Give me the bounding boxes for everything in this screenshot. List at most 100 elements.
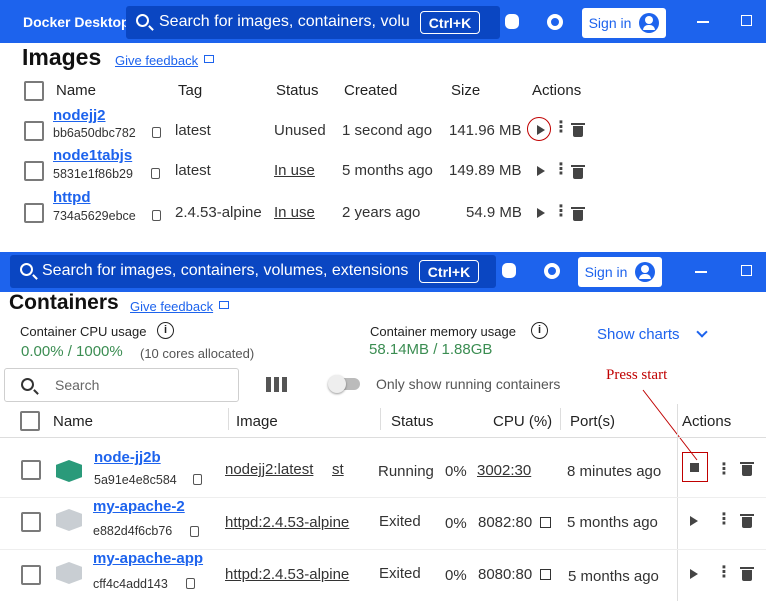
column-divider (380, 408, 381, 430)
container-port-link[interactable]: 3002:30 (477, 462, 531, 479)
container-search-box[interactable]: Search (4, 368, 239, 402)
feedback-icon (219, 301, 229, 309)
bug-icon[interactable] (502, 263, 516, 278)
container-image-suffix[interactable]: st (332, 461, 344, 478)
copy-icon[interactable] (151, 168, 160, 179)
sign-in-button-2[interactable]: Sign in (578, 257, 662, 287)
container-image-link[interactable]: httpd:2.4.53-alpine (225, 514, 349, 531)
container-row-checkbox[interactable] (21, 512, 41, 532)
more-icon[interactable]: ⋮ (553, 162, 569, 178)
container-row-checkbox[interactable] (21, 565, 41, 585)
copy-icon[interactable] (190, 526, 199, 537)
global-search-input-2[interactable]: Search for images, containers, volumes, … (10, 255, 496, 288)
image-row-checkbox[interactable] (24, 161, 44, 181)
start-icon[interactable] (690, 516, 698, 526)
app-title: Docker Desktop (23, 14, 130, 30)
external-link-icon[interactable] (540, 569, 551, 580)
delete-icon[interactable] (740, 462, 754, 476)
image-size: 141.96 MB (449, 122, 522, 139)
delete-icon[interactable] (571, 123, 585, 137)
container-name-link[interactable]: my-apache-app (93, 550, 203, 567)
image-size: 54.9 MB (466, 204, 522, 221)
images-select-all[interactable] (24, 81, 44, 101)
image-name-link[interactable]: httpd (53, 189, 90, 206)
col-tag[interactable]: Tag (178, 82, 202, 99)
container-row-checkbox[interactable] (21, 460, 41, 480)
container-name-link[interactable]: node-jj2b (94, 449, 161, 466)
image-id: 5831e1f86b29 (53, 167, 133, 181)
container-stopped-icon (56, 509, 82, 531)
more-icon[interactable]: ⋮ (553, 120, 569, 136)
show-charts-button[interactable]: Show charts (597, 326, 680, 343)
external-link-icon[interactable] (540, 517, 551, 528)
run-icon[interactable] (537, 125, 545, 135)
columns-icon[interactable] (266, 377, 287, 392)
images-feedback-link[interactable]: Give feedback (115, 53, 198, 68)
minimize-icon[interactable] (697, 21, 709, 23)
copy-icon[interactable] (152, 210, 161, 221)
delete-icon[interactable] (571, 165, 585, 179)
container-id: cff4c4add143 (93, 577, 168, 591)
more-icon[interactable]: ⋮ (553, 204, 569, 220)
info-icon[interactable]: i (157, 322, 174, 339)
global-search-input[interactable]: Search for images, containers, volum Ctr… (126, 6, 500, 39)
settings-icon[interactable] (544, 263, 560, 279)
maximize-icon[interactable] (741, 15, 752, 26)
running-toggle[interactable] (328, 375, 360, 393)
delete-icon[interactable] (571, 207, 585, 221)
cpu-usage-label: Container CPU usage (20, 324, 147, 339)
container-last-started: 5 months ago (568, 568, 659, 585)
cpu-usage-note: (10 cores allocated) (140, 346, 255, 361)
image-name-link[interactable]: node1tabjs (53, 147, 132, 164)
run-icon[interactable] (537, 208, 545, 218)
container-cpu: 0% (445, 515, 467, 532)
images-title: Images (22, 44, 102, 70)
image-row-checkbox[interactable] (24, 203, 44, 223)
image-created: 1 second ago (342, 122, 433, 139)
copy-icon[interactable] (193, 474, 202, 485)
col-size[interactable]: Size (451, 82, 480, 99)
start-icon[interactable] (690, 569, 698, 579)
info-icon[interactable]: i (531, 322, 548, 339)
image-status-link[interactable]: In use (274, 204, 315, 221)
col-image[interactable]: Image (236, 413, 278, 430)
bug-icon[interactable] (505, 14, 519, 29)
col-actions: Actions (532, 82, 582, 99)
sign-in-button[interactable]: Sign in (582, 8, 666, 38)
copy-icon[interactable] (186, 578, 195, 589)
col-status[interactable]: Status (276, 82, 319, 99)
container-name-link[interactable]: my-apache-2 (93, 498, 185, 515)
image-size: 149.89 MB (449, 162, 522, 179)
delete-icon[interactable] (740, 567, 754, 581)
container-image-link[interactable]: httpd:2.4.53-alpine (225, 566, 349, 583)
maximize-icon[interactable] (741, 265, 752, 276)
more-icon[interactable]: ⋮ (716, 512, 732, 528)
copy-icon[interactable] (152, 127, 161, 138)
delete-icon[interactable] (740, 514, 754, 528)
containers-feedback-link[interactable]: Give feedback (130, 299, 213, 314)
containers-select-all[interactable] (20, 411, 40, 431)
container-last-started: 5 months ago (567, 514, 658, 531)
container-status: Running (378, 463, 434, 480)
col-created[interactable]: Created (344, 82, 397, 99)
more-icon[interactable]: ⋮ (716, 462, 732, 478)
settings-icon[interactable] (547, 14, 563, 30)
minimize-icon[interactable] (695, 271, 707, 273)
chevron-down-icon[interactable] (696, 326, 708, 338)
run-icon[interactable] (537, 166, 545, 176)
search-icon (136, 14, 149, 27)
col-name[interactable]: Name (56, 82, 96, 99)
column-divider (228, 408, 229, 430)
more-icon[interactable]: ⋮ (716, 565, 732, 581)
container-port: 8082:80 (478, 514, 533, 531)
image-row-checkbox[interactable] (24, 121, 44, 141)
container-image-link[interactable]: nodejj2:latest (225, 461, 313, 478)
col-status[interactable]: Status (391, 413, 434, 430)
image-tag: latest (175, 162, 211, 179)
stop-icon[interactable] (690, 463, 699, 472)
image-name-link[interactable]: nodejj2 (53, 107, 106, 124)
col-name[interactable]: Name (53, 413, 93, 430)
col-ports[interactable]: Port(s) (570, 413, 615, 430)
col-cpu[interactable]: CPU (%) (493, 413, 552, 430)
image-status-link[interactable]: In use (274, 162, 315, 179)
